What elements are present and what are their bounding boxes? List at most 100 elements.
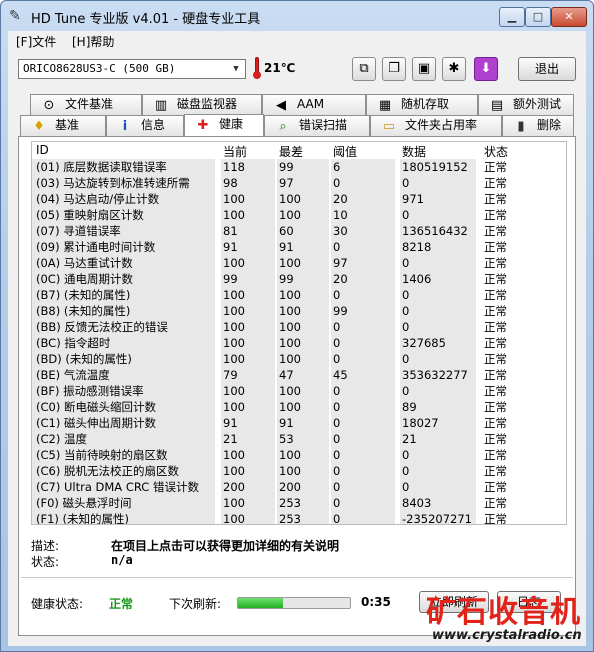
table-row[interactable]: (C0) 断电磁头缩回计数 100 100 0 89 正常 [32, 399, 566, 415]
smart-table-header: ID 当前 最差 阈值 数据 状态 [32, 142, 566, 160]
tab-info[interactable]: i 信息 [106, 115, 184, 136]
cell-attribute-name: (F1) (未知的属性) [32, 511, 215, 524]
tab-file-benchmark[interactable]: ⊙ 文件基准 [30, 94, 142, 115]
table-row[interactable]: (09) 累计通电时间计数 91 91 0 8218 正常 [32, 239, 566, 255]
cell-worst: 100 [277, 303, 329, 319]
table-row[interactable]: (03) 马达旋转到标准转速所需 98 97 0 0 正常 [32, 175, 566, 191]
table-row[interactable]: (BB) 反馈无法校正的错误 100 100 0 0 正常 [32, 319, 566, 335]
benchmark-icon: ♦ [33, 119, 45, 134]
cell-current: 100 [221, 511, 275, 524]
table-row[interactable]: (BC) 指令超时 100 100 0 327685 正常 [32, 335, 566, 351]
tab-erase[interactable]: ▮ 删除 [502, 115, 574, 136]
cell-attribute-name: (B8) (未知的属性) [32, 303, 215, 319]
column-header-status[interactable]: 状态 [484, 143, 508, 160]
temperature-readout: 21℃ [264, 61, 296, 75]
tab-label: 信息 [141, 118, 166, 132]
table-row[interactable]: (F1) (未知的属性) 100 253 0 -235207271 正常 [32, 511, 566, 524]
cell-threshold: 0 [331, 463, 395, 479]
table-row[interactable]: (0A) 马达重试计数 100 100 97 0 正常 [32, 255, 566, 271]
cell-threshold: 20 [331, 271, 395, 287]
copy-all-icon: ❐ [388, 61, 400, 76]
cell-worst: 53 [277, 431, 329, 447]
cell-attribute-name: (03) 马达旋转到标准转速所需 [32, 175, 215, 191]
tab-health[interactable]: ✚ 健康 [184, 114, 264, 136]
column-header-worst[interactable]: 最差 [279, 143, 303, 160]
copy-all-button[interactable]: ❐ [382, 57, 406, 81]
tab-disk-monitor[interactable]: ▥ 磁盘监视器 [142, 94, 262, 115]
tab-label: 错误扫描 [299, 118, 348, 132]
tab-label: AAM [297, 97, 325, 111]
cell-worst: 253 [277, 511, 329, 524]
tab-extra-tests[interactable]: ▤ 额外测试 [478, 94, 574, 115]
copy-button[interactable]: ⧉ [352, 57, 376, 81]
table-row[interactable]: (BD) (未知的属性) 100 100 0 0 正常 [32, 351, 566, 367]
cell-worst: 100 [277, 191, 329, 207]
table-row[interactable]: (05) 重映射扇区计数 100 100 10 0 正常 [32, 207, 566, 223]
health-status-value: 正常 [109, 597, 134, 611]
tab-label: 文件夹占用率 [405, 118, 478, 132]
smart-table[interactable]: ID 当前 最差 阈值 数据 状态 (01) 底层数据读取错误率 118 99 6 18… [31, 141, 567, 525]
tab-benchmark[interactable]: ♦ 基准 [20, 115, 106, 136]
table-row[interactable]: (C6) 脱机无法校正的扇区数 100 100 0 0 正常 [32, 463, 566, 479]
table-row[interactable]: (B7) (未知的属性) 100 100 0 0 正常 [32, 287, 566, 303]
column-header-id[interactable]: ID [36, 143, 49, 157]
cell-current: 91 [221, 239, 275, 255]
cell-data: 1406 [400, 271, 476, 287]
menu-file[interactable]: [F]文件 [16, 33, 56, 50]
cell-attribute-name: (BE) 气流温度 [32, 367, 215, 383]
exit-button[interactable]: 退出 [518, 57, 576, 81]
cell-attribute-name: (C7) Ultra DMA CRC 错误计数 [32, 479, 215, 495]
erase-icon: ▮ [517, 119, 525, 134]
tab-aam[interactable]: ◀ AAM [262, 94, 366, 115]
chevron-down-icon[interactable]: ▼ [229, 62, 243, 76]
drive-select[interactable]: ORICO8628US3-C (500 GB) ▼ [18, 59, 246, 79]
cell-attribute-name: (BC) 指令超时 [32, 335, 215, 351]
table-row[interactable]: (F0) 磁头悬浮时间 100 253 0 8403 正常 [32, 495, 566, 511]
title-bar: ✎ HD Tune 专业版 v4.01 - 硬盘专业工具 ▁ □ ✕ [1, 1, 593, 31]
cell-data: 0 [400, 383, 476, 399]
table-row[interactable]: (C7) Ultra DMA CRC 错误计数 200 200 0 0 正常 [32, 479, 566, 495]
cell-attribute-name: (BD) (未知的属性) [32, 351, 215, 367]
tab-error-scan[interactable]: ⌕ 错误扫描 [264, 115, 370, 136]
table-row[interactable]: (07) 寻道错误率 81 60 30 136516432 正常 [32, 223, 566, 239]
cell-threshold: 0 [331, 511, 395, 524]
cell-data: 0 [400, 287, 476, 303]
cell-threshold: 97 [331, 255, 395, 271]
maximize-button[interactable]: □ [525, 7, 551, 27]
cell-attribute-name: (C1) 磁头伸出周期计数 [32, 415, 215, 431]
save-button[interactable]: ▣ [412, 57, 436, 81]
cell-threshold: 0 [331, 287, 395, 303]
table-row[interactable]: (01) 底层数据读取错误率 118 99 6 180519152 正常 [32, 159, 566, 175]
column-header-data[interactable]: 数据 [402, 143, 426, 160]
menu-help[interactable]: [H]帮助 [72, 33, 114, 50]
table-row[interactable]: (BE) 气流温度 79 47 45 353632277 正常 [32, 367, 566, 383]
tab-random-access[interactable]: ▦ 随机存取 [366, 94, 478, 115]
cell-status: 正常 [484, 416, 507, 430]
minimize-button[interactable]: ▁ [499, 7, 525, 27]
tab-label: 基准 [55, 118, 80, 132]
table-row[interactable]: (BF) 振动感测错误率 100 100 0 0 正常 [32, 383, 566, 399]
cell-status: 正常 [484, 480, 507, 494]
table-row[interactable]: (0C) 通电周期计数 99 99 20 1406 正常 [32, 271, 566, 287]
cell-data: 0 [400, 303, 476, 319]
cell-status: 正常 [484, 256, 507, 270]
column-header-current[interactable]: 当前 [223, 143, 247, 160]
cell-threshold: 0 [331, 447, 395, 463]
cell-status: 正常 [484, 192, 507, 206]
table-row[interactable]: (C2) 温度 21 53 0 21 正常 [32, 431, 566, 447]
cell-worst: 99 [277, 159, 329, 175]
table-row[interactable]: (C1) 磁头伸出周期计数 91 91 0 18027 正常 [32, 415, 566, 431]
app-window: ✎ HD Tune 专业版 v4.01 - 硬盘专业工具 ▁ □ ✕ [F]文件… [0, 0, 594, 652]
download-button[interactable]: ⬇ [474, 57, 498, 81]
options-button[interactable]: ✱ [442, 57, 466, 81]
tab-folder-usage[interactable]: ▭ 文件夹占用率 [370, 115, 502, 136]
column-header-threshold[interactable]: 阈值 [333, 143, 357, 160]
close-button[interactable]: ✕ [551, 7, 587, 27]
cell-current: 100 [221, 335, 275, 351]
watermark-brand: 矿石收音机 [426, 595, 581, 630]
table-row[interactable]: (B8) (未知的属性) 100 100 99 0 正常 [32, 303, 566, 319]
table-row[interactable]: (04) 马达启动/停止计数 100 100 20 971 正常 [32, 191, 566, 207]
file-benchmark-icon: ⊙ [43, 98, 55, 113]
table-row[interactable]: (C5) 当前待映射的扇区数 100 100 0 0 正常 [32, 447, 566, 463]
cell-current: 100 [221, 447, 275, 463]
